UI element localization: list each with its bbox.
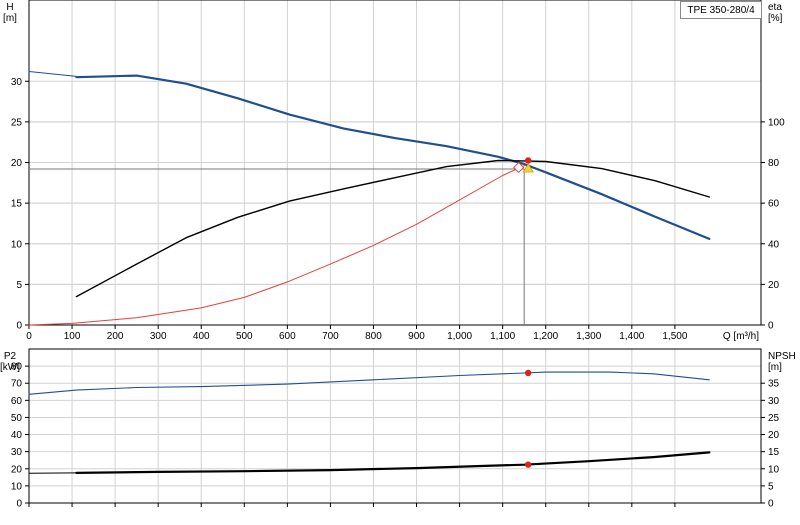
right-tick-label: 30 bbox=[768, 396, 780, 407]
right-axis-unit: [m] bbox=[768, 362, 782, 373]
right-axis-label: NPSH bbox=[768, 351, 796, 362]
right-tick-label: 20 bbox=[768, 430, 780, 441]
left-tick-label: 10 bbox=[11, 481, 23, 492]
left-axis-label: P2 bbox=[4, 351, 17, 362]
left-tick-label: 10 bbox=[11, 239, 23, 250]
pump-model-label: TPE 350-280/4 bbox=[680, 1, 762, 19]
left-axis-label: H bbox=[6, 2, 13, 13]
plot-frame bbox=[29, 349, 761, 503]
x-tick-label: 300 bbox=[150, 331, 167, 342]
x-tick-label: 1,000 bbox=[447, 331, 472, 342]
x-tick-label: 1,400 bbox=[619, 331, 644, 342]
x-axis-label: Q [m³/h] bbox=[723, 331, 759, 342]
x-tick-label: 900 bbox=[408, 331, 425, 342]
left-tick-label: 15 bbox=[11, 199, 23, 210]
series-head bbox=[76, 76, 709, 239]
x-tick-label: 200 bbox=[107, 331, 124, 342]
x-tick-label: 1,300 bbox=[576, 331, 601, 342]
x-tick-label: 500 bbox=[236, 331, 253, 342]
right-tick-label: 100 bbox=[768, 117, 785, 128]
left-tick-label: 40 bbox=[11, 430, 23, 441]
right-tick-label: 80 bbox=[768, 158, 780, 169]
x-tick-label: 1,500 bbox=[662, 331, 687, 342]
left-tick-label: 70 bbox=[11, 379, 23, 390]
series-npsh_bold bbox=[76, 452, 709, 473]
left-axis-unit: [kW] bbox=[0, 362, 20, 373]
x-tick-label: 1,100 bbox=[490, 331, 515, 342]
operating-point-marker bbox=[525, 461, 531, 467]
right-tick-label: 5 bbox=[768, 481, 774, 492]
left-tick-label: 20 bbox=[11, 464, 23, 475]
x-tick-label: 1,200 bbox=[533, 331, 558, 342]
x-tick-label: 700 bbox=[322, 331, 339, 342]
right-tick-label: 0 bbox=[768, 321, 774, 332]
left-tick-label: 0 bbox=[16, 499, 22, 510]
right-axis-label: eta bbox=[768, 2, 782, 13]
pump-performance-chart: 0510152025300204060801000100200300400500… bbox=[0, 0, 800, 520]
x-tick-label: 800 bbox=[365, 331, 382, 342]
left-tick-label: 30 bbox=[11, 77, 23, 88]
left-tick-label: 5 bbox=[16, 280, 22, 291]
left-tick-label: 0 bbox=[16, 321, 22, 332]
left-tick-label: 50 bbox=[11, 413, 23, 424]
chart-svg: 0510152025300204060801000100200300400500… bbox=[0, 0, 800, 520]
right-tick-label: 40 bbox=[768, 239, 780, 250]
left-tick-label: 25 bbox=[11, 117, 23, 128]
series-head_max bbox=[29, 72, 76, 77]
series-system bbox=[29, 166, 524, 325]
left-tick-label: 20 bbox=[11, 158, 23, 169]
right-tick-label: 20 bbox=[768, 280, 780, 291]
right-tick-label: 15 bbox=[768, 447, 780, 458]
x-tick-label: 100 bbox=[64, 331, 81, 342]
right-tick-label: 60 bbox=[768, 199, 780, 210]
series-efficiency bbox=[76, 161, 709, 297]
x-tick-label: 0 bbox=[26, 331, 32, 342]
right-tick-label: 10 bbox=[768, 464, 780, 475]
right-tick-label: 0 bbox=[768, 499, 774, 510]
right-axis-unit: [%] bbox=[768, 13, 783, 24]
left-axis-unit: [m] bbox=[3, 13, 17, 24]
duty-point-efficiency-marker bbox=[525, 157, 531, 163]
x-tick-label: 400 bbox=[193, 331, 210, 342]
right-tick-label: 35 bbox=[768, 379, 780, 390]
left-tick-label: 60 bbox=[11, 396, 23, 407]
x-tick-label: 600 bbox=[279, 331, 296, 342]
operating-point-marker bbox=[525, 370, 531, 376]
right-tick-label: 25 bbox=[768, 413, 780, 424]
left-tick-label: 30 bbox=[11, 447, 23, 458]
